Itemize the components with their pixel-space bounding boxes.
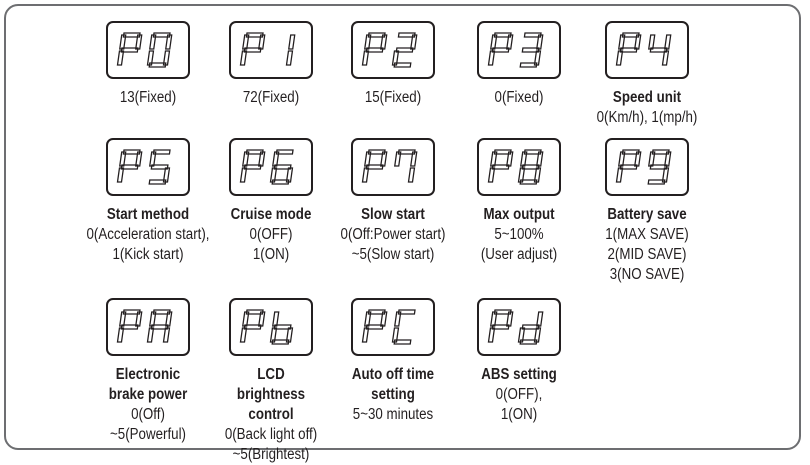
lcd-code-display	[106, 138, 190, 196]
segment-digit	[361, 32, 388, 66]
lcd-code-display	[605, 21, 689, 79]
parameter-title: Slow start	[361, 206, 425, 223]
parameter-value: 0(Fixed)	[494, 89, 544, 106]
parameter-value: 0(Off:Power start)	[340, 226, 446, 243]
parameter-title: Speed unit	[612, 89, 682, 106]
parameter-value: 1(ON)	[500, 406, 538, 423]
parameter-value: 5~100%	[494, 226, 544, 243]
parameter-value: 5~30 minutes	[352, 406, 434, 423]
parameter-caption: Max output 5~100% (User adjust)	[446, 205, 592, 265]
parameter-title: Battery save	[607, 206, 687, 223]
segment-digit	[361, 309, 388, 343]
segment-digit	[487, 309, 514, 343]
lcd-code-display	[477, 21, 561, 79]
parameter-value: 0(Km/h), 1(mp/h)	[596, 109, 698, 126]
segment-digit	[615, 149, 642, 183]
parameter-title: Electronic brake power	[108, 366, 188, 403]
segment-digit	[285, 34, 296, 66]
segment-digit	[116, 309, 143, 343]
parameter-value: ~5(Slow start)	[351, 246, 435, 263]
lcd-code-display	[351, 138, 435, 196]
segment-digit	[517, 311, 544, 345]
segment-digit	[146, 32, 173, 68]
lcd-code-display	[477, 138, 561, 196]
parameter-caption: Auto off time setting 5~30 minutes	[320, 365, 466, 425]
parameter-caption: Slow start 0(Off:Power start) ~5(Slow star…	[320, 205, 466, 265]
segment-digit	[116, 32, 143, 66]
segment-digit	[148, 149, 171, 185]
lcd-code-display	[351, 21, 435, 79]
parameter-title: Max output	[483, 206, 555, 223]
parameter-title: LCD brightness control	[236, 366, 306, 423]
segment-digit	[519, 32, 544, 68]
parameter-caption: 15(Fixed)	[320, 88, 466, 108]
parameter-caption: Speed unit 0(Km/h), 1(mp/h)	[574, 88, 720, 128]
segment-digit	[487, 32, 514, 66]
lcd-code-display	[229, 21, 313, 79]
parameter-title: Auto off time setting	[351, 366, 435, 403]
segment-digit	[391, 32, 418, 68]
lcd-code-display	[477, 298, 561, 356]
segment-digit	[615, 32, 642, 66]
parameter-value: 1(MAX SAVE)	[605, 226, 689, 243]
parameter-value: 3(NO SAVE)	[609, 266, 685, 283]
parameter-title: ABS setting	[481, 366, 557, 383]
segment-digit	[269, 149, 294, 185]
parameter-value: (User adjust)	[480, 246, 558, 263]
segment-digit	[648, 34, 672, 66]
lcd-code-display	[229, 138, 313, 196]
parameter-caption: 0(Fixed)	[446, 88, 592, 108]
segment-digit	[517, 149, 544, 185]
segment-digit	[361, 149, 388, 183]
parameter-caption: ABS setting 0(OFF), 1(ON)	[446, 365, 592, 425]
segment-digit	[269, 311, 294, 345]
parameter-value: 0(OFF),	[495, 386, 543, 403]
segment-digit	[647, 149, 672, 185]
parameter-value: 0(Back light off)	[224, 426, 318, 443]
parameter-caption: Battery save 1(MAX SAVE) 2(MID SAVE) 3(NO S…	[574, 205, 720, 285]
segment-digit	[239, 309, 266, 343]
segment-digit	[239, 32, 266, 66]
lcd-code-display	[605, 138, 689, 196]
segment-digit	[116, 149, 143, 183]
segment-digit	[391, 309, 416, 345]
segment-digit	[394, 149, 418, 183]
segment-digit	[487, 149, 514, 183]
lcd-code-display	[106, 298, 190, 356]
parameter-value: ~5(Brightest)	[232, 446, 310, 463]
lcd-code-display	[106, 21, 190, 79]
parameter-value: 2(MID SAVE)	[607, 246, 687, 263]
parameter-value: 15(Fixed)	[364, 89, 422, 106]
segment-digit	[146, 309, 173, 343]
lcd-code-display	[351, 298, 435, 356]
segment-digit	[239, 149, 266, 183]
lcd-code-display	[229, 298, 313, 356]
